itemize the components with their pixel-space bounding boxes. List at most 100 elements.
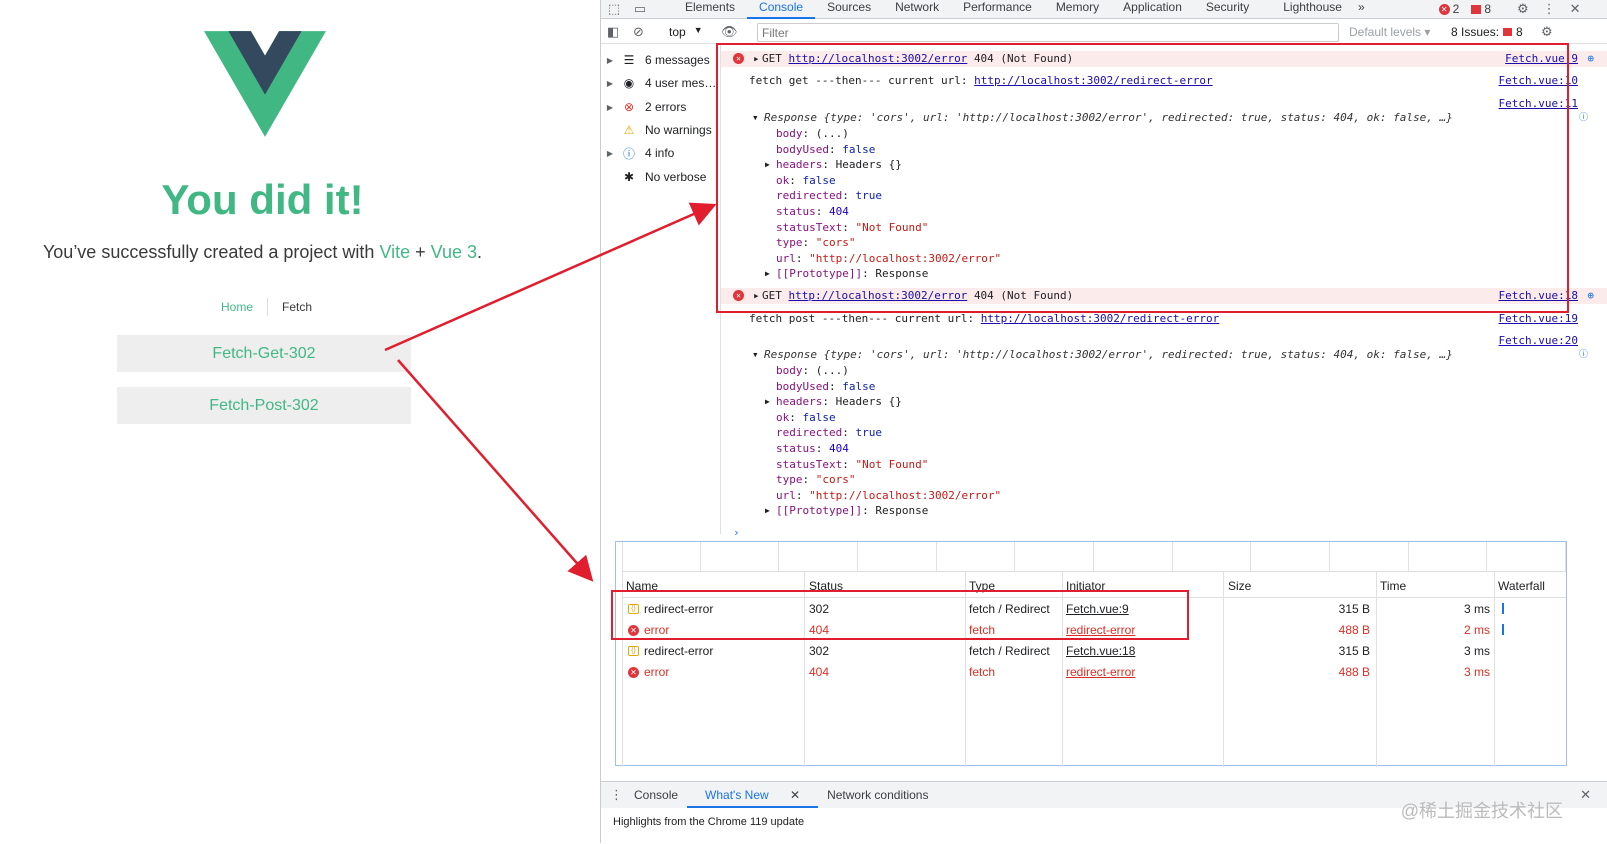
page-subtitle: You’ve successfully created a project wi…: [0, 242, 525, 263]
context-value: top: [669, 25, 686, 39]
context-selector[interactable]: top ▼: [669, 25, 703, 39]
chevron-down-icon: ▼: [694, 25, 703, 39]
sidebar-label: 4 info: [645, 146, 674, 160]
property-key: type: [776, 473, 803, 486]
fetch-post-button[interactable]: Fetch-Post-302: [117, 387, 411, 424]
column-header-waterfall[interactable]: Waterfall: [1498, 579, 1545, 593]
tab-application[interactable]: Application: [1111, 0, 1194, 19]
inspect-element-icon[interactable]: ⬚: [601, 1, 627, 17]
sidebar-toggle-icon[interactable]: ◧: [607, 24, 619, 40]
source-link[interactable]: Fetch.vue:19: [1499, 311, 1578, 327]
property-key: ok: [776, 411, 789, 424]
issues-count: 8: [1516, 25, 1523, 39]
sidebar-item-errors[interactable]: ▶⊗2 errors: [601, 96, 686, 118]
tab-memory[interactable]: Memory: [1044, 0, 1111, 19]
annotation-highlight-console: [716, 43, 1569, 313]
tab-sources[interactable]: Sources: [815, 0, 883, 19]
live-expression-eye-icon[interactable]: 👁: [721, 24, 738, 40]
property-key: status: [776, 442, 816, 455]
sidebar-item-verbose[interactable]: ✱ No verbose: [601, 166, 706, 188]
clear-console-icon[interactable]: ⊘: [633, 24, 644, 40]
tab-console[interactable]: Console: [747, 0, 815, 19]
request-status: 302: [809, 641, 829, 662]
tab-elements[interactable]: Elements: [673, 0, 747, 19]
tab-performance[interactable]: Performance: [951, 0, 1044, 19]
close-tab-icon[interactable]: ✕: [781, 788, 809, 802]
response-property-row: ok: false: [721, 410, 1607, 426]
nav-home-link[interactable]: Home: [207, 298, 268, 316]
tab-network[interactable]: Network: [883, 0, 951, 19]
error-counter[interactable]: ✕2: [1439, 2, 1460, 16]
property-value: false: [842, 380, 875, 393]
fetch-get-button[interactable]: Fetch-Get-302: [117, 335, 411, 372]
network-row[interactable]: ✕error404fetchredirect-error488 B3 ms: [622, 662, 1566, 683]
response-property-row: redirected: true: [721, 425, 1607, 441]
info-icon: ⓘ: [619, 145, 639, 162]
issues-label: 8 Issues:: [1451, 25, 1499, 39]
response-property-row[interactable]: ▶[[Prototype]]: Response: [721, 503, 1607, 519]
nav-fetch-link[interactable]: Fetch: [268, 298, 326, 316]
tab-lighthouse[interactable]: Lighthouse: [1271, 0, 1354, 19]
log-levels-label: Default levels: [1349, 25, 1421, 39]
response-property-row: type: "cors": [721, 472, 1607, 488]
bug-icon: ✱: [619, 170, 639, 184]
request-size: 315 B: [1339, 599, 1370, 620]
expand-arrow-icon: ▶: [765, 503, 770, 519]
vite-link[interactable]: Vite: [379, 242, 410, 262]
request-time: 2 ms: [1464, 620, 1490, 641]
error-icon: ✕: [628, 667, 639, 678]
network-row[interactable]: {}redirect-error302fetch / RedirectFetch…: [622, 641, 1566, 662]
settings-gear-icon[interactable]: ⚙: [1517, 1, 1529, 17]
drawer-tab-label: What's New: [696, 788, 778, 802]
drawer-tab-console[interactable]: Console: [625, 788, 687, 802]
log-url-link[interactable]: http://localhost:3002/redirect-error: [981, 312, 1219, 325]
vue-link[interactable]: Vue 3: [431, 242, 477, 262]
property-value: Response: [875, 504, 928, 517]
response-object-row[interactable]: ▾ Response {type: 'cors', url: 'http://l…: [721, 347, 1607, 363]
property-key: bodyUsed: [776, 380, 829, 393]
response-property-row[interactable]: ▶headers: Headers {}: [721, 394, 1607, 410]
fetch-request-icon: {}: [628, 646, 639, 656]
tab-security[interactable]: Security: [1194, 0, 1261, 19]
property-value: Headers {}: [836, 395, 902, 408]
request-size: 488 B: [1339, 662, 1370, 683]
drawer-menu-icon[interactable]: ⋮: [601, 787, 625, 803]
console-sidebar: ▶☰6 messages ▶◉4 user mes… ▶⊗2 errors ⚠N…: [601, 44, 721, 534]
close-drawer-icon[interactable]: ✕: [1571, 787, 1600, 803]
network-overview-grid: [622, 542, 1566, 572]
expand-arrow-icon: ▶: [601, 103, 619, 112]
device-toolbar-icon[interactable]: ▭: [627, 1, 653, 17]
sidebar-item-user-messages[interactable]: ▶◉4 user mes…: [601, 72, 716, 94]
more-options-icon[interactable]: ⋮: [1543, 1, 1556, 17]
sidebar-label: 4 user mes…: [645, 76, 716, 90]
request-initiator-link[interactable]: Fetch.vue:18: [1066, 641, 1135, 662]
property-value: "Not Found": [855, 458, 928, 471]
property-value: false: [803, 411, 836, 424]
sidebar-item-warnings[interactable]: ⚠No warnings: [601, 119, 712, 141]
sidebar-label: No verbose: [645, 170, 706, 184]
close-devtools-icon[interactable]: ✕: [1570, 1, 1581, 17]
subtitle-plus: +: [410, 242, 431, 262]
log-levels-dropdown[interactable]: Default levels ▾: [1349, 25, 1430, 39]
more-tabs-icon[interactable]: »: [1354, 0, 1369, 19]
expand-arrow-icon: ▶: [765, 394, 770, 410]
drawer-tab-network-conditions[interactable]: Network conditions: [818, 788, 937, 802]
column-header-time[interactable]: Time: [1380, 579, 1406, 593]
sidebar-item-info[interactable]: ▶ⓘ 4 info: [601, 142, 674, 164]
expand-arrow-icon: ▶: [601, 149, 619, 158]
issues-counter[interactable]: 8 Issues: 8: [1451, 25, 1523, 39]
request-name: error: [644, 662, 669, 683]
sidebar-item-messages[interactable]: ▶☰6 messages: [601, 49, 710, 71]
message-counter[interactable]: 8: [1471, 2, 1491, 16]
log-text: fetch post ---then--- current url:: [749, 312, 974, 325]
error-count: 2: [1453, 2, 1460, 16]
request-initiator-link[interactable]: redirect-error: [1066, 662, 1135, 683]
console-prompt[interactable]: ›: [721, 525, 1607, 541]
response-property-row: bodyUsed: false: [721, 379, 1607, 395]
expand-arrow-icon: ▶: [601, 79, 619, 88]
sidebar-label: 6 messages: [645, 53, 710, 67]
column-header-size[interactable]: Size: [1228, 579, 1251, 593]
console-settings-icon[interactable]: ⚙: [1541, 24, 1553, 40]
drawer-tab-whats-new[interactable]: What's New ✕: [687, 782, 818, 808]
console-filter-input[interactable]: [757, 23, 1339, 42]
